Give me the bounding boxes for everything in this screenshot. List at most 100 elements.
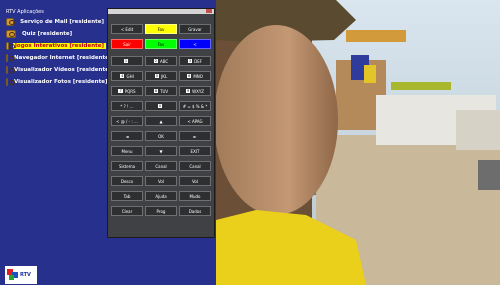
- video-scene: [216, 0, 500, 285]
- key-4[interactable]: 4 GHI: [111, 71, 143, 81]
- key-label: < APAG: [187, 118, 203, 124]
- logo-shape: [9, 275, 14, 280]
- key-label: EXIT: [190, 148, 200, 154]
- menu-item-video-viewer[interactable]: Visualizador Vídeos [residente]: [6, 65, 111, 74]
- key-delete[interactable]: < APAG: [179, 116, 211, 126]
- key-label: < @ / - : ...: [116, 118, 138, 124]
- close-icon[interactable]: [206, 9, 212, 13]
- logo-text: RTV: [20, 272, 31, 278]
- key-channel-up[interactable]: Canal: [179, 161, 211, 171]
- key-left[interactable]: ◄: [111, 131, 143, 141]
- virtual-keypad: < Edit Fav Gravar Sair Fav < 1 2 ABC 3 DEF…: [107, 8, 215, 238]
- key-label: Menu: [121, 148, 133, 154]
- key-label: ►: [193, 133, 197, 139]
- keypad-titlebar: [108, 9, 214, 14]
- key-9[interactable]: 9 WXYZ: [179, 86, 211, 96]
- key-3[interactable]: 3 DEF: [179, 56, 211, 66]
- key-record[interactable]: Gravar: [179, 24, 211, 34]
- key-1[interactable]: 1: [111, 56, 143, 66]
- key-number: 0: [157, 104, 163, 108]
- key-right[interactable]: ►: [179, 131, 211, 141]
- key-number: 8: [153, 89, 159, 93]
- menu-item-browser[interactable]: Navegador Internet [residente]: [6, 53, 111, 62]
- key-label: <: [193, 41, 197, 47]
- key-label: Vol: [158, 178, 164, 184]
- key-label: Fav: [157, 41, 165, 47]
- key-label: Sair: [123, 41, 131, 47]
- key-data[interactable]: Dados: [179, 206, 211, 216]
- key-label: DEF: [194, 58, 203, 64]
- app-icon: [6, 65, 15, 74]
- key-8[interactable]: 8 TUV: [145, 86, 177, 96]
- key-label: TUV: [160, 88, 169, 94]
- app-icon: [6, 53, 15, 62]
- key-number: 3: [187, 59, 193, 63]
- key-label: Ajuda: [155, 193, 167, 199]
- key-label: PQRS: [124, 88, 136, 94]
- key-red[interactable]: Sair: [111, 39, 143, 49]
- key-system[interactable]: Sistema: [111, 161, 143, 171]
- key-menu[interactable]: Menu: [111, 146, 143, 156]
- key-edit[interactable]: < Edit: [111, 24, 143, 34]
- key-volume-up[interactable]: Vol: [179, 176, 211, 186]
- key-label: WXYZ: [192, 88, 205, 94]
- menu-item-label: Serviço de Mail [residente]: [20, 18, 104, 25]
- key-label: Mudo: [189, 193, 201, 199]
- key-label: * ? ! ...: [120, 103, 134, 109]
- key-program[interactable]: Prog: [145, 206, 177, 216]
- rtv-logo: RTV: [5, 266, 37, 284]
- key-volume-down[interactable]: Vol: [145, 176, 177, 186]
- key-label: Canal: [189, 163, 201, 169]
- key-label: MNO: [193, 73, 203, 79]
- key-label: Prog: [156, 208, 166, 214]
- key-label: Vol: [192, 178, 198, 184]
- app-icon: [6, 77, 15, 86]
- app-icon: [6, 17, 16, 26]
- key-up[interactable]: ▲: [145, 116, 177, 126]
- key-label: JKL: [161, 73, 168, 79]
- menu-item-label: Jogos Interativos [residente]: [12, 42, 106, 49]
- key-5[interactable]: 5 JKL: [145, 71, 177, 81]
- menu-item-games[interactable]: Jogos Interativos [residente]: [6, 41, 106, 50]
- key-number: 9: [185, 89, 191, 93]
- key-number: 5: [154, 74, 160, 78]
- key-disconnect[interactable]: Desco: [111, 176, 143, 186]
- key-symbols-2[interactable]: # = $ % & *: [179, 101, 211, 111]
- tv-video-background: [216, 0, 500, 285]
- key-label: Fav: [157, 26, 165, 32]
- key-label: Desco: [120, 178, 134, 184]
- key-number: 7: [118, 89, 123, 93]
- key-symbols-3[interactable]: < @ / - : ...: [111, 116, 143, 126]
- key-help[interactable]: Ajuda: [145, 191, 177, 201]
- key-number: 6: [187, 74, 192, 78]
- key-mute[interactable]: Mudo: [179, 191, 211, 201]
- key-0[interactable]: 0: [145, 101, 177, 111]
- key-down[interactable]: ▼: [145, 146, 177, 156]
- key-clear[interactable]: Clear: [111, 206, 143, 216]
- key-7[interactable]: 7 PQRS: [111, 86, 143, 96]
- key-symbols-1[interactable]: * ? ! ...: [111, 101, 143, 111]
- key-number: 4: [120, 74, 125, 78]
- menu-item-label: Visualizador Fotos [residente]: [14, 78, 108, 85]
- key-2[interactable]: 2 ABC: [145, 56, 177, 66]
- menu-item-mail[interactable]: Serviço de Mail [residente]: [6, 17, 106, 26]
- app-icon: [6, 41, 15, 50]
- key-ok[interactable]: OK: [145, 131, 177, 141]
- key-label: Canal: [155, 163, 167, 169]
- key-6[interactable]: 6 MNO: [179, 71, 211, 81]
- menu-item-photo-viewer[interactable]: Visualizador Fotos [residente]: [6, 77, 108, 86]
- key-label: ◄: [125, 133, 129, 139]
- key-blue[interactable]: <: [179, 39, 211, 49]
- key-green[interactable]: Fav: [145, 39, 177, 49]
- menu-item-label: Quiz [residente]: [22, 30, 73, 37]
- key-channel-down[interactable]: Canal: [145, 161, 177, 171]
- key-label: GHI: [126, 73, 134, 79]
- key-label: ▲: [159, 118, 163, 124]
- menu-item-label: Visualizador Vídeos [residente]: [14, 66, 112, 73]
- key-label: Dados: [188, 208, 202, 214]
- key-label: ABC: [160, 58, 169, 64]
- menu-item-quiz[interactable]: Quiz [residente]: [6, 29, 106, 38]
- key-yellow[interactable]: Fav: [145, 24, 177, 34]
- key-tab[interactable]: Tab: [111, 191, 143, 201]
- key-exit[interactable]: EXIT: [179, 146, 211, 156]
